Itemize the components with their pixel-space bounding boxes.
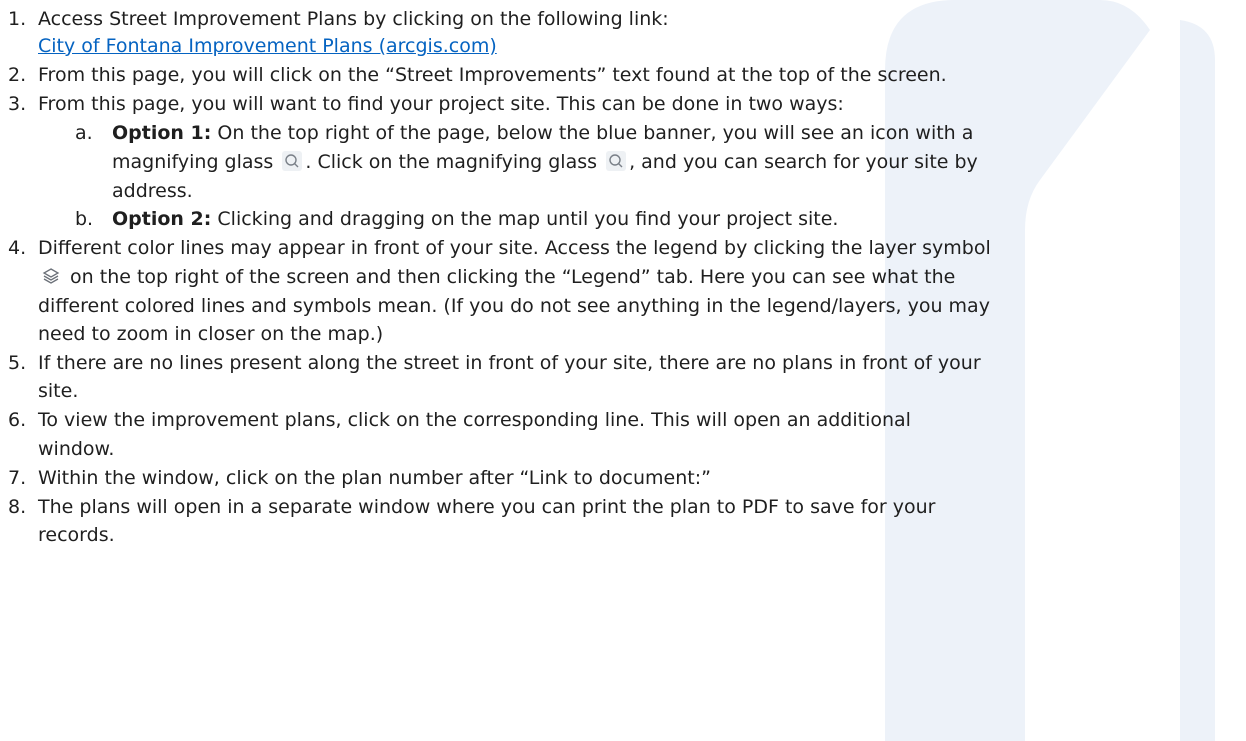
step-8-line-2: records. — [38, 524, 115, 546]
layers-icon — [41, 266, 61, 286]
option-1-text-1: On the top right of the page, below the … — [211, 122, 974, 144]
option-2-letter: b. — [75, 208, 94, 230]
step-6-line-1: To view the improvement plans, click on … — [38, 409, 911, 431]
step-8-line-1: The plans will open in a separate window… — [38, 496, 936, 518]
step-5-line-1: If there are no lines present along the … — [38, 352, 981, 374]
option-1-text-2c: , and you can search for your site by — [629, 151, 978, 173]
step-4-line-2: on the top right of the screen and then … — [64, 266, 956, 288]
step-5-number: 5. — [8, 352, 27, 374]
step-8-number: 8. — [8, 496, 27, 518]
step-7-text: Within the window, click on the plan num… — [38, 467, 711, 489]
option-1-letter: a. — [75, 122, 93, 144]
step-3-text: From this page, you will want to find yo… — [38, 93, 844, 115]
step-1-text: Access Street Improvement Plans by click… — [38, 8, 669, 30]
magnifying-glass-icon — [606, 151, 627, 171]
step-1-number: 1. — [8, 8, 27, 30]
step-7-number: 7. — [8, 467, 27, 489]
magnifying-glass-icon — [282, 151, 303, 171]
option-1-text-2b: . Click on the magnifying glass — [305, 151, 604, 173]
step-5-line-2: site. — [38, 380, 79, 402]
option-1-line-1: Option 1: On the top right of the page, … — [112, 120, 973, 146]
step-3-number: 3. — [8, 93, 27, 115]
step-4-number: 4. — [8, 237, 27, 259]
improvement-plans-link[interactable]: City of Fontana Improvement Plans (arcgi… — [38, 33, 497, 59]
option-1-line-2: magnifying glass . Click on the magnifyi… — [112, 149, 978, 175]
option-2-label: Option 2: — [112, 208, 212, 230]
option-1-text-2a: magnifying glass — [112, 151, 280, 173]
instructions-document: 1. Access Street Improvement Plans by cl… — [0, 0, 1246, 741]
step-4-line-2-wrap: on the top right of the screen and then … — [38, 264, 955, 290]
option-1-text-3: address. — [112, 180, 193, 202]
option-2-text: Clicking and dragging on the map until y… — [211, 208, 839, 230]
step-4-line-3: different colored lines and symbols mean… — [38, 295, 990, 317]
step-6-number: 6. — [8, 409, 27, 431]
step-4-line-1: Different color lines may appear in fron… — [38, 237, 991, 259]
step-2-number: 2. — [8, 64, 27, 86]
step-6-line-2: window. — [38, 438, 115, 460]
step-4-line-4: need to zoom in closer on the map.) — [38, 323, 384, 345]
option-2-line: Option 2: Clicking and dragging on the m… — [112, 206, 838, 232]
step-2-text: From this page, you will click on the “S… — [38, 64, 947, 86]
option-1-label: Option 1: — [112, 122, 212, 144]
